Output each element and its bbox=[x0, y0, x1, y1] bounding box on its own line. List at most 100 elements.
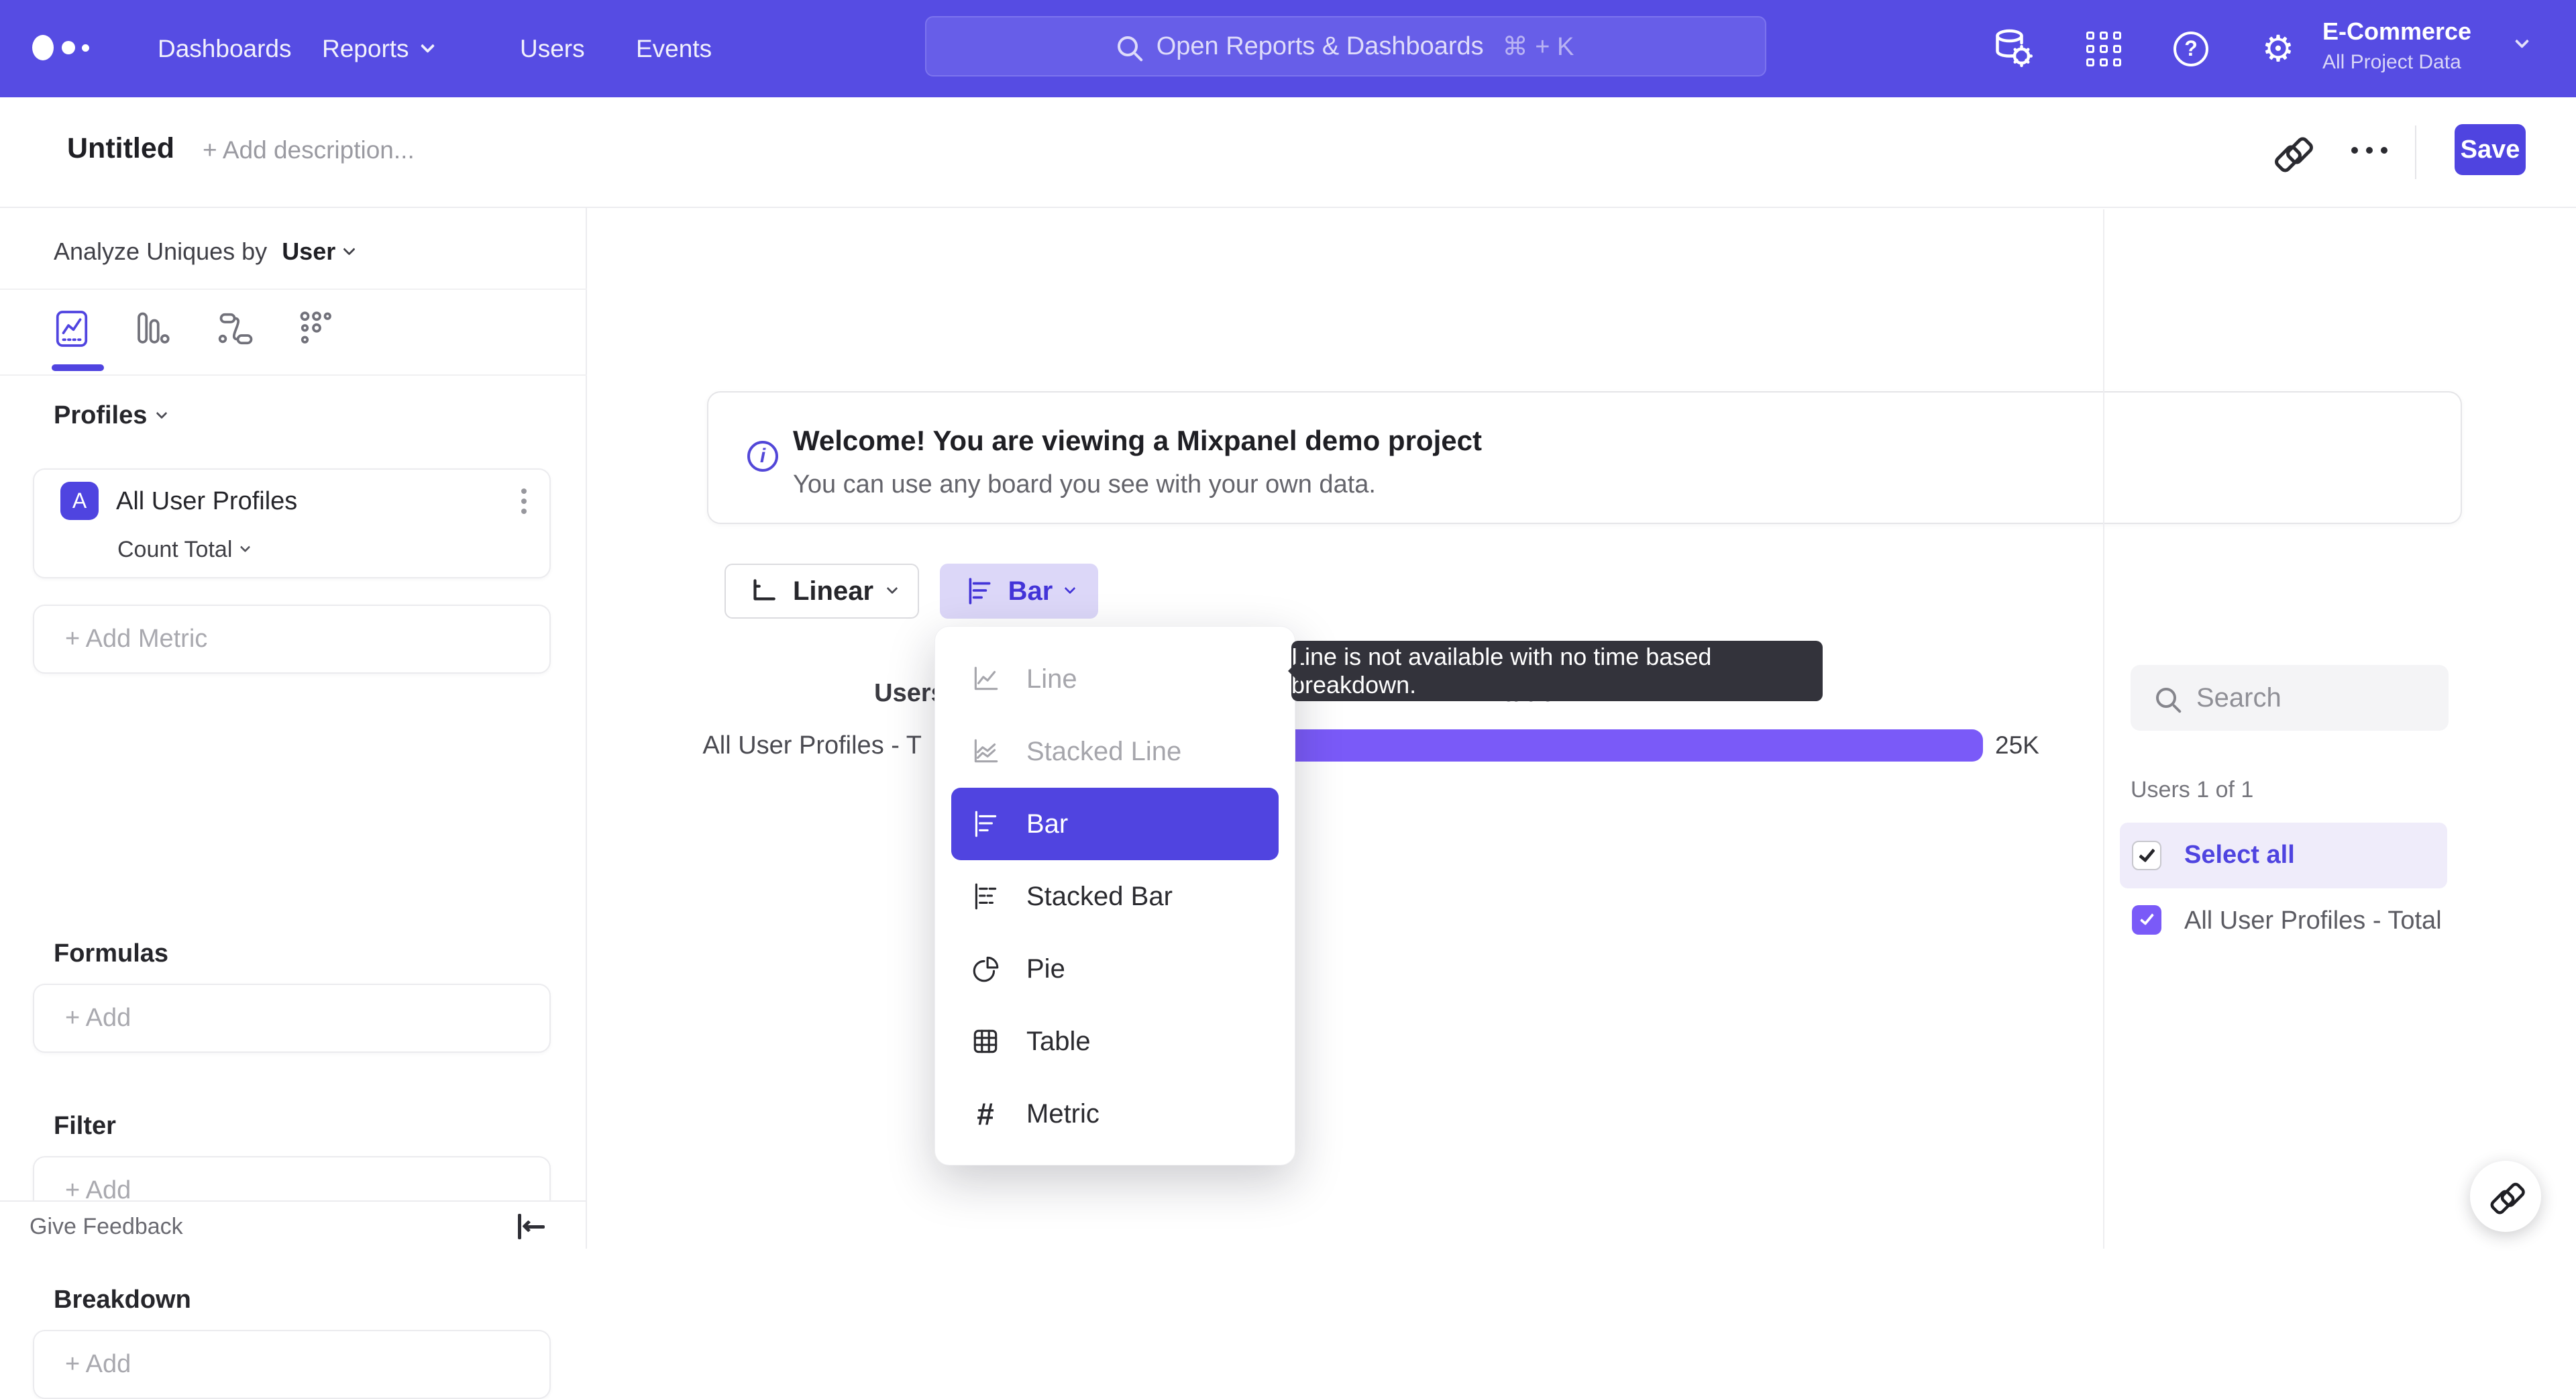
chevron-down-icon bbox=[420, 38, 435, 54]
banner-subtitle: You can use any board you see with your … bbox=[793, 470, 1376, 499]
chevron-down-icon bbox=[1064, 582, 1076, 594]
give-feedback-link[interactable]: Give Feedback bbox=[30, 1214, 183, 1240]
legend-count: Users 1 of 1 bbox=[2131, 777, 2254, 802]
project-chevron-icon[interactable] bbox=[2514, 34, 2530, 49]
legend-search-placeholder: Search bbox=[2196, 682, 2282, 713]
panel-divider bbox=[2103, 209, 2104, 1249]
chevron-down-icon bbox=[240, 541, 251, 553]
flows-icon bbox=[218, 313, 253, 345]
legend-search-input[interactable]: Search bbox=[2131, 665, 2449, 731]
analyze-uniques-row: Analyze Uniques by User bbox=[54, 228, 356, 275]
report-canvas: i Welcome! You are viewing a Mixpanel de… bbox=[588, 209, 2576, 1249]
tab-insights[interactable] bbox=[52, 309, 92, 349]
filter-section-header: Filter bbox=[54, 1112, 116, 1140]
dropdown-item-table[interactable]: Table bbox=[951, 1005, 1279, 1078]
help-button[interactable]: ? bbox=[2164, 0, 2218, 97]
chart-type-dropdown: Line Stacked Line Bar Stacked Bar Pie Ta… bbox=[934, 626, 1295, 1165]
vertical-bars-icon bbox=[138, 312, 170, 344]
grid-icon bbox=[2086, 31, 2121, 66]
settings-button[interactable]: ⚙ bbox=[2251, 0, 2305, 97]
apps-grid-button[interactable] bbox=[2077, 0, 2131, 97]
select-all-row[interactable]: Select all bbox=[2120, 823, 2447, 888]
select-all-checkbox[interactable] bbox=[2132, 841, 2161, 870]
report-title-bar: Untitled + Add description... Save bbox=[0, 97, 2576, 208]
line-disabled-tooltip: Line is not available with no time based… bbox=[1288, 641, 1823, 701]
stacked-bar-chart-icon bbox=[975, 883, 997, 910]
report-title[interactable]: Untitled bbox=[67, 132, 174, 165]
global-search-input[interactable]: Open Reports & Dashboards ⌘ + K bbox=[925, 16, 1766, 76]
chevron-down-icon[interactable] bbox=[343, 242, 356, 256]
link-icon bbox=[2490, 1181, 2522, 1212]
dropdown-item-metric[interactable]: # Metric bbox=[951, 1078, 1279, 1150]
dropdown-item-bar[interactable]: Bar bbox=[951, 788, 1279, 860]
kebab-menu-icon[interactable] bbox=[521, 488, 527, 514]
dots-grid-icon bbox=[300, 311, 331, 344]
banner-title: Welcome! You are viewing a Mixpanel demo… bbox=[793, 425, 1482, 456]
bar-value-label: 25K bbox=[1995, 731, 2039, 759]
dropdown-item-stacked-bar[interactable]: Stacked Bar bbox=[951, 860, 1279, 933]
nav-users[interactable]: Users bbox=[520, 0, 585, 97]
aggregation-select[interactable]: Count Total bbox=[117, 537, 251, 563]
mixpanel-logo-icon[interactable] bbox=[32, 34, 93, 64]
horizontal-bar-chart-icon bbox=[975, 811, 997, 837]
profiles-section-header[interactable]: Profiles bbox=[54, 401, 168, 430]
demo-banner: i Welcome! You are viewing a Mixpanel de… bbox=[707, 391, 2462, 524]
divider bbox=[0, 289, 587, 290]
select-all-label: Select all bbox=[2184, 841, 2295, 869]
tab-funnels[interactable] bbox=[132, 309, 172, 349]
metric-badge: A bbox=[60, 482, 99, 520]
tab-flows[interactable] bbox=[216, 309, 256, 349]
series-row[interactable]: All User Profiles - Total bbox=[2120, 887, 2447, 953]
pie-chart-icon bbox=[973, 956, 999, 982]
axis-icon bbox=[753, 579, 775, 601]
add-description[interactable]: + Add description... bbox=[203, 136, 415, 164]
metric-card[interactable]: A All User Profiles Count Total bbox=[33, 468, 551, 578]
search-icon bbox=[2156, 688, 2176, 708]
metric-name[interactable]: All User Profiles bbox=[116, 487, 297, 516]
nav-events[interactable]: Events bbox=[636, 0, 712, 97]
database-gear-icon bbox=[1996, 29, 2033, 67]
more-options-button[interactable] bbox=[2351, 147, 2387, 154]
search-shortcut: ⌘ + K bbox=[1502, 32, 1574, 61]
chart-type-button[interactable]: Bar bbox=[940, 564, 1098, 619]
nav-dashboards[interactable]: Dashboards bbox=[158, 0, 292, 97]
query-builder-sidebar: Analyze Uniques by User Profiles A All U… bbox=[0, 208, 587, 1399]
search-placeholder: Open Reports & Dashboards bbox=[1156, 32, 1484, 60]
search-icon bbox=[1117, 36, 1138, 56]
collapse-sidebar-icon[interactable] bbox=[518, 1214, 547, 1239]
dropdown-item-line: Line bbox=[951, 643, 1279, 715]
info-icon: i bbox=[747, 441, 778, 472]
insights-chart-icon bbox=[56, 311, 88, 347]
copy-link-icon[interactable] bbox=[2274, 135, 2309, 170]
table-icon bbox=[973, 1029, 998, 1053]
add-metric-button[interactable]: + Add Metric bbox=[33, 605, 551, 674]
gear-icon: ⚙ bbox=[2261, 28, 2295, 69]
formulas-section-header: Formulas bbox=[54, 939, 169, 968]
add-formula-button[interactable]: + Add bbox=[33, 984, 551, 1053]
chevron-down-icon bbox=[886, 582, 898, 594]
series-checkbox[interactable] bbox=[2132, 905, 2161, 935]
divider bbox=[2415, 125, 2416, 179]
line-chart-icon bbox=[974, 666, 998, 690]
dropdown-item-pie[interactable]: Pie bbox=[951, 933, 1279, 1005]
active-tab-indicator bbox=[52, 364, 104, 371]
sidebar-footer: Give Feedback bbox=[0, 1200, 586, 1249]
question-icon: ? bbox=[2174, 31, 2208, 66]
breakdown-section-header: Breakdown bbox=[54, 1286, 191, 1314]
top-nav: Dashboards Reports Users Events Open Rep… bbox=[0, 0, 2576, 97]
analyze-label: Analyze Uniques by bbox=[54, 238, 268, 265]
data-management-button[interactable] bbox=[1986, 0, 2039, 97]
horizontal-bar-chart-icon bbox=[969, 578, 991, 605]
scale-select-button[interactable]: Linear bbox=[724, 564, 919, 619]
share-link-fab[interactable] bbox=[2470, 1161, 2541, 1232]
add-breakdown-button[interactable]: + Add bbox=[33, 1330, 551, 1399]
analyze-entity-select[interactable]: User bbox=[282, 238, 335, 266]
project-name: E-Commerce bbox=[2322, 17, 2472, 45]
divider bbox=[0, 374, 587, 376]
stacked-line-chart-icon bbox=[974, 739, 998, 763]
nav-reports[interactable]: Reports bbox=[322, 0, 435, 97]
project-switcher[interactable]: E-Commerce All Project Data bbox=[2322, 17, 2471, 74]
tab-retention[interactable] bbox=[297, 309, 337, 349]
save-button[interactable]: Save bbox=[2455, 124, 2526, 175]
series-label: All User Profiles - Total bbox=[2184, 906, 2442, 935]
